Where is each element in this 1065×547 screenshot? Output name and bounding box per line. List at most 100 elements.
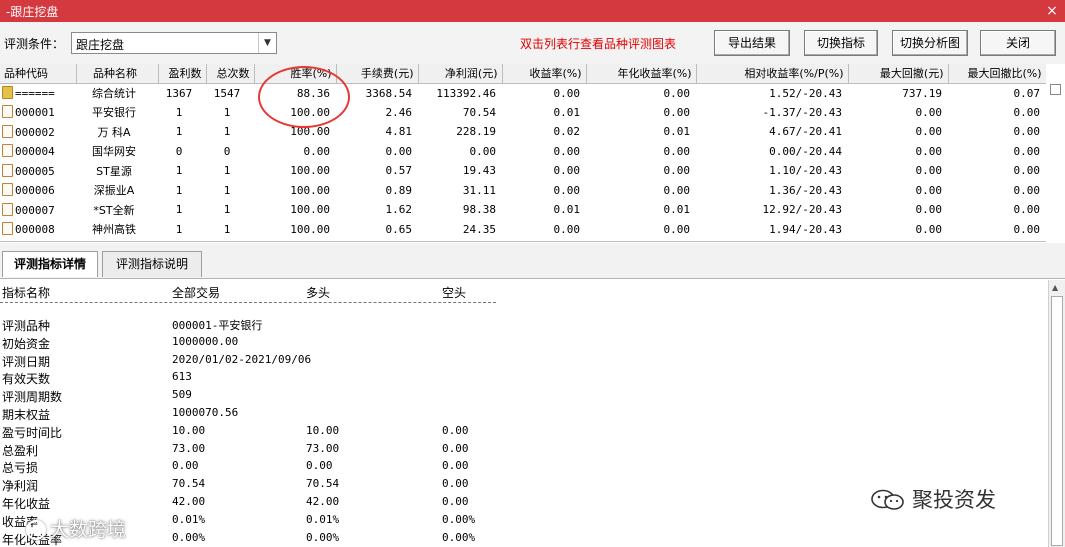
cell-value: 0.00 [915,222,943,236]
col-header-total-count[interactable]: 总次数 [206,64,255,84]
file-icon [2,124,13,138]
cell-value: 0.00 [1013,144,1041,158]
cell-code: 000004 [0,142,76,162]
detail-row: 期末权益 1000070.56 [0,406,520,423]
table-row[interactable]: 000001 平安银行 1 1 100.00 2.46 70.54 0.01 0.00 -1.37… [0,103,1046,123]
cell-value: 0.02 [553,125,581,139]
detail-label: 年化收益 [2,497,51,511]
cell-value: 0.00 [303,144,331,158]
cell-value: 4.67/-20.41 [769,125,842,139]
cell-name: 万 科A [97,125,131,139]
cell-value: 1.94/-20.43 [769,222,842,236]
cell-code: 000008 [0,220,76,240]
cell-value: 0.00 [1013,164,1041,178]
detail-value: 10.00 [306,423,340,437]
tab-indicator-description[interactable]: 评测指标说明 [102,251,202,277]
cell-value: 0.00 [663,86,691,100]
cell-code-text: 000007 [15,203,55,217]
col-header-code[interactable]: 品种代码 [0,64,77,84]
detail-value: 70.54 [306,477,340,491]
cell-value: 0.00 [915,144,943,158]
cell-value: 0.00 [469,144,497,158]
col-header-win-count[interactable]: 盈利数 [158,64,207,84]
cell-value: 0.01 [553,105,581,119]
detail-scrollbar[interactable]: ▲ [1048,280,1065,547]
grid-scroll-area [1046,64,1065,242]
cell-value: 0.65 [385,222,413,236]
file-icon [2,222,13,236]
cell-value: 19.43 [462,164,496,178]
col-header-return[interactable]: 收益率(%) [502,64,587,84]
cell-value: 1 [223,105,231,119]
detail-value: 0.01% [172,512,206,526]
cell-name: 国华网安 [92,145,136,159]
cell-name: *ST全新 [93,203,135,217]
grid-checkbox[interactable] [1050,84,1061,95]
cell-value: 0.00 [553,222,581,236]
col-header-name[interactable]: 品种名称 [76,64,159,84]
detail-value: 0.00 [442,495,469,508]
table-row[interactable]: 000005 ST星源 1 1 100.00 0.57 19.43 0.00 0.00 1.10/… [0,161,1046,181]
file-icon [2,183,13,197]
cell-value: 0.00 [915,164,943,178]
cell-value: 0.00 [663,144,691,158]
detail-row: 总盈利 73.00 73.00 0.00 [0,442,520,459]
switch-chart-button[interactable]: 切换分析图 [892,30,968,56]
detail-value: 0.00 [442,459,469,473]
col-header-fee[interactable]: 手续费(元) [336,64,419,84]
cell-value: 0.00 [915,183,943,197]
file-icon [2,202,13,216]
cell-value: 0.07 [1013,86,1041,100]
cell-code-text: 000004 [15,145,55,159]
detail-value: 70.54 [172,477,206,491]
cell-code: 000006 [0,181,76,201]
table-row[interactable]: 000006 深振业A 1 1 100.00 0.89 31.11 0.00 0.00 1.36/… [0,181,1046,201]
cell-value: -1.37/-20.43 [762,105,842,119]
cell-value: 1 [223,183,231,197]
close-icon[interactable]: × [1043,2,1061,20]
col-header-max-drawdown[interactable]: 最大回撤(元) [848,64,949,84]
cell-value: 4.81 [385,125,413,139]
detail-label: 有效天数 [2,372,51,387]
col-header-relative-return[interactable]: 相对收益率(%/P(%) [696,64,849,84]
cell-value: 1 [223,222,231,236]
detail-value: 0.00 [306,459,333,473]
col-header-annual-return[interactable]: 年化收益率(%) [586,64,697,84]
cell-value: 70.54 [462,105,496,119]
cell-name: 深振业A [93,184,135,198]
cell-value: 1 [175,222,183,236]
cell-value: 0.00 [1013,203,1041,217]
cell-value: 0.00 [553,164,581,178]
detail-label: 总盈利 [2,443,39,458]
switch-indicator-button[interactable]: 切换指标 [804,30,878,56]
cell-value: 1 [223,203,231,217]
cell-value: 0.00 [663,183,691,197]
table-row[interactable]: 000004 国华网安 0 0 0.00 0.00 0.00 0.00 0.00 0.00/-20… [0,142,1046,162]
scroll-up-icon[interactable]: ▲ [1052,283,1058,292]
col-header-max-drawdown-ratio[interactable]: 最大回撤比(%) [948,64,1047,84]
close-button[interactable]: 关闭 [980,30,1056,56]
cell-value: 0.00 [663,164,691,178]
scroll-thumb[interactable] [1051,296,1063,546]
detail-row: 初始资金 1000000.00 [0,335,520,352]
cell-value: 0.01 [663,203,691,217]
cell-code: 000005 [0,161,76,181]
table-row[interactable]: 000007 *ST全新 1 1 100.00 1.62 98.38 0.01 0.01 12.9… [0,200,1046,220]
chevron-down-icon[interactable]: ▼ [258,33,276,53]
export-results-button[interactable]: 导出结果 [714,30,790,56]
watermark-logo-icon [26,520,46,540]
table-row[interactable]: 000002 万 科A 1 1 100.00 4.81 228.19 0.02 0.01 4.67… [0,122,1046,142]
table-row[interactable]: 000008 神州高铁 1 1 100.00 0.65 24.35 0.00 0.00 1.94/… [0,220,1046,240]
detail-value: 73.00 [172,441,206,455]
tab-indicator-details[interactable]: 评测指标详情 [2,251,98,277]
col-header-net-profit[interactable]: 净利润(元) [418,64,503,84]
summary-row[interactable]: ====== 综合统计 1367 1547 88.36 3368.54 113392.46 0… [0,83,1046,103]
cell-code: 000007 [0,200,76,220]
detail-value: 42.00 [172,495,206,508]
cell-value: 1 [175,203,183,217]
cell-value: 100.00 [290,183,330,197]
file-icon [2,144,13,158]
detail-row: 评测周期数 509 [0,388,520,405]
cell-value: 100.00 [290,222,330,236]
condition-select[interactable]: 跟庄挖盘 ▼ [71,32,277,54]
